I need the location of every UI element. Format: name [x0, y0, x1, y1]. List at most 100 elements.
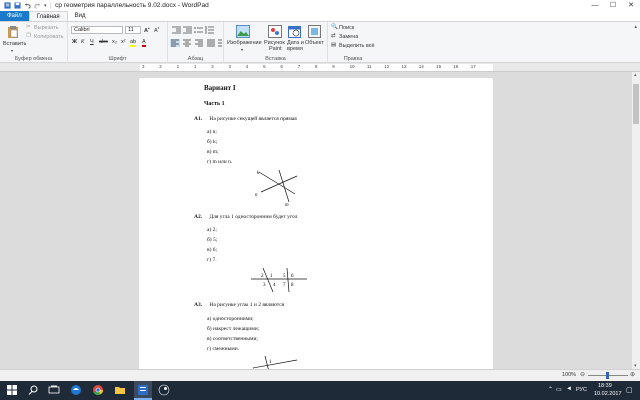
edit-group-label: Правка — [343, 56, 363, 62]
line-spacing-icon[interactable] — [205, 26, 214, 34]
font-color-button[interactable]: A — [142, 39, 146, 47]
calendar-icon[interactable] — [288, 25, 301, 38]
vertical-scrollbar[interactable]: ▴ ▾ — [631, 72, 640, 369]
ruler-tick-label: 1 — [176, 64, 180, 69]
superscript-button[interactable]: x² — [121, 39, 126, 45]
windows-start-icon[interactable] — [6, 384, 18, 396]
option: а) 2; — [207, 227, 217, 233]
scroll-up-icon[interactable]: ▴ — [634, 72, 637, 78]
wordpad-taskbar-button[interactable] — [134, 381, 152, 400]
justify-icon[interactable] — [206, 39, 216, 47]
insert-group: Изображение ▾ Рисунок Paint Дата и время… — [224, 22, 328, 63]
zoom-in-icon[interactable]: ⊕ — [630, 371, 635, 378]
copy-button[interactable]: Копировать — [34, 34, 64, 40]
question-text: Для угла 1 односторонним будет угол — [209, 214, 298, 220]
font-size-select[interactable]: 11 — [125, 26, 141, 34]
zoom-slider-thumb[interactable] — [606, 372, 609, 379]
scrollbar-thumb[interactable] — [633, 84, 639, 124]
angle-label: 7 — [283, 283, 286, 288]
clipboard-group: Вставить ▾ ✂ Вырезать ❐ Копировать Буфер… — [0, 22, 68, 63]
subscript-button[interactable]: x₂ — [112, 39, 117, 45]
question-a2: А2. Для угла 1 односторонним будет угол — [194, 214, 297, 220]
steam-icon[interactable] — [158, 384, 170, 396]
decrease-indent-icon[interactable] — [172, 26, 181, 34]
task-view-icon[interactable] — [48, 384, 60, 396]
bold-button[interactable]: Ж — [72, 39, 77, 45]
tab-file[interactable]: Файл — [0, 11, 29, 21]
quick-access-toolbar: ▾ | — [0, 2, 51, 9]
find-button[interactable]: Поиск — [339, 25, 354, 31]
close-button[interactable]: ✕ — [622, 0, 640, 10]
bullets-icon[interactable] — [194, 26, 203, 34]
ruler-tick-label: 2 — [211, 64, 214, 69]
image-icon[interactable] — [236, 25, 250, 38]
option: а) n; — [207, 129, 217, 135]
maximize-button[interactable]: ☐ — [604, 0, 622, 10]
align-center-icon[interactable] — [182, 39, 192, 47]
clock-date[interactable]: 10.02.2017 — [594, 391, 622, 397]
zoom-out-icon[interactable]: ⊖ — [580, 371, 585, 378]
redo-icon[interactable] — [34, 2, 41, 9]
replace-icon: ⇄ — [331, 33, 336, 39]
paste-button[interactable]: Вставить — [3, 41, 26, 47]
highlight-button[interactable]: ab — [130, 39, 137, 47]
notifications-icon[interactable]: ▢ — [626, 386, 633, 394]
tab-home[interactable]: Главная — [28, 11, 68, 21]
paste-dropdown-icon[interactable]: ▾ — [11, 48, 13, 53]
shrink-font-button[interactable]: A▾ — [154, 26, 159, 34]
select-all-button[interactable]: Выделить всё — [339, 43, 375, 49]
italic-button[interactable]: К — [81, 39, 84, 45]
tab-view[interactable]: Вид — [68, 11, 93, 21]
question-a1: А1. На рисунке секущей является прямая — [194, 116, 297, 122]
object-icon[interactable] — [308, 25, 321, 38]
strikethrough-button[interactable]: abc — [99, 39, 108, 45]
zoom-slider[interactable] — [588, 372, 628, 379]
angle-label: 6 — [291, 274, 294, 279]
font-family-select[interactable]: Calibri — [71, 26, 123, 34]
grow-font-button[interactable]: A▴ — [144, 26, 150, 34]
angle-label: 8 — [291, 283, 294, 288]
chrome-icon[interactable] — [92, 384, 104, 396]
underline-button[interactable]: Ч — [90, 39, 94, 45]
collapse-ribbon-icon[interactable]: ▴ — [634, 24, 637, 30]
increase-indent-icon[interactable] — [183, 26, 192, 34]
language-indicator[interactable]: РУС — [576, 387, 587, 393]
save-icon[interactable] — [14, 2, 21, 9]
paragraph-group-label: Абзац — [187, 56, 204, 62]
network-icon[interactable]: ▭ — [556, 386, 562, 393]
paragraph-group: Абзац — [168, 22, 224, 63]
edge-icon[interactable] — [70, 384, 82, 396]
ruler-tick-label: 7 — [297, 64, 301, 69]
option: г) 7. — [207, 257, 217, 263]
option: в) соответственными; — [207, 336, 258, 342]
clock-time[interactable]: 18:39 — [598, 383, 612, 389]
replace-button[interactable]: Замена — [339, 34, 358, 40]
image-button[interactable]: Изображение — [227, 40, 262, 46]
image-dropdown-icon[interactable]: ▾ — [241, 47, 243, 52]
qat-customize-icon[interactable]: ▾ — [44, 3, 47, 9]
tray-chevron-icon[interactable]: ⌃ — [548, 386, 553, 393]
file-explorer-icon[interactable] — [114, 384, 126, 396]
option: г) смежными. — [207, 346, 240, 352]
object-button[interactable]: Объект — [305, 40, 324, 46]
document-area[interactable]: Вариант I Часть 1 А1. На рисунке секущей… — [0, 72, 631, 369]
paint-icon[interactable] — [268, 25, 282, 38]
align-left-icon[interactable] — [170, 39, 180, 47]
align-right-icon[interactable] — [194, 39, 204, 47]
ruler-tick-label: 14 — [418, 64, 424, 69]
ruler-tick-label: 16 — [453, 64, 459, 69]
paragraph-settings-icon[interactable] — [217, 39, 223, 47]
option: а) односторонними; — [207, 316, 254, 322]
cut-button[interactable]: Вырезать — [34, 25, 58, 31]
question-a3: А3. На рисунке углы 1 и 2 являются — [194, 302, 284, 308]
minimize-button[interactable]: — — [586, 0, 604, 10]
paint-drawing-label2: Paint — [269, 46, 282, 52]
undo-icon[interactable] — [24, 2, 31, 9]
ruler[interactable]: 3 2 1 1 2 3 4 5 6 7 8 9 10 11 12 13 14 15 16 17 — [0, 63, 640, 72]
volume-icon[interactable]: ◄ — [566, 386, 572, 392]
document-page[interactable]: Вариант I Часть 1 А1. На рисунке секущей… — [139, 78, 493, 369]
angle-label: 3 — [263, 283, 266, 288]
search-icon[interactable] — [27, 384, 39, 396]
paste-icon[interactable] — [6, 25, 20, 39]
ruler-tick-label: 11 — [366, 64, 372, 69]
